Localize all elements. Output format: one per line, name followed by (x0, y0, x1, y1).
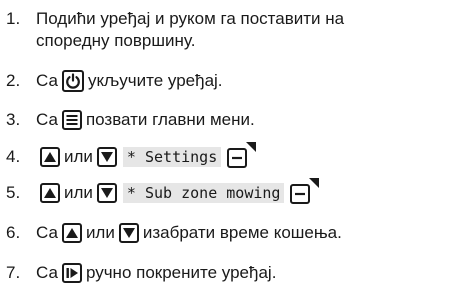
arrow-down-icon (96, 147, 117, 167)
step-number: 5. (6, 183, 21, 202)
or-text: или (64, 183, 93, 202)
play-start-icon (61, 263, 82, 283)
display-menu-item: * Settings (122, 147, 222, 167)
display-menu-item: * Sub zone mowing (122, 183, 285, 203)
step-text-before: Са (36, 71, 58, 90)
step-text-after: ручно покрените уређај. (85, 263, 277, 282)
power-icon (61, 70, 84, 92)
step-text-after: изабрати време кошења. (142, 223, 342, 242)
step-number: 2. (6, 71, 21, 90)
step-text-after: позвати главни мени. (85, 110, 255, 129)
minus-key-icon (290, 178, 320, 204)
arrow-up-icon (61, 223, 82, 243)
step-number: 6. (6, 223, 21, 242)
minus-key-icon (227, 142, 257, 168)
step-text-after: укључите уређај. (87, 71, 223, 90)
or-text: или (85, 223, 115, 242)
menu-icon (61, 110, 82, 130)
arrow-down-icon (96, 183, 117, 203)
step-1-line-2: споредну површину. (36, 31, 196, 50)
step-text-before: Са (36, 223, 58, 242)
arrow-up-icon (40, 183, 60, 203)
step-number: 3. (6, 110, 21, 129)
step-number: 4. (6, 147, 21, 166)
or-text: или (64, 147, 93, 166)
arrow-down-icon (118, 223, 139, 243)
step-1-line-1: Подићи уређај и руком га поставити на (36, 9, 345, 28)
step-number: 7. (6, 263, 21, 282)
arrow-up-icon (40, 147, 60, 167)
instruction-list: 1. Подићи уређај и руком га поставити на… (0, 0, 449, 297)
step-text-before: Са (36, 110, 58, 129)
step-number: 1. (6, 9, 21, 28)
step-text-before: Са (36, 263, 58, 282)
